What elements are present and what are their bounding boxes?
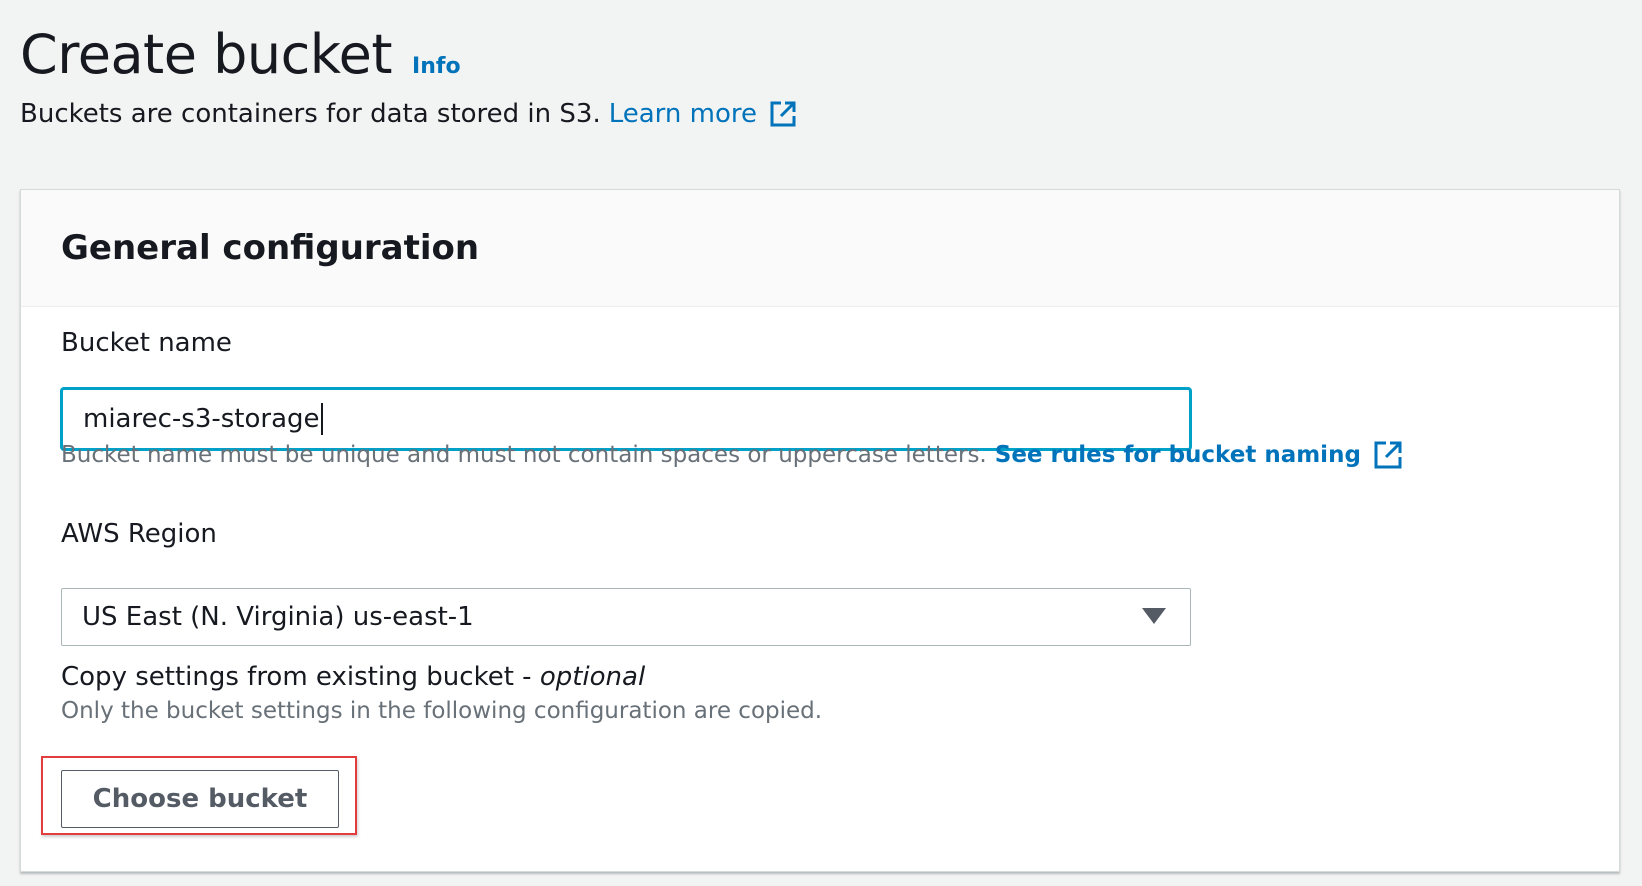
general-configuration-panel: General configuration Bucket name miarec… — [20, 189, 1620, 872]
bucket-name-hint-text: Bucket name must be unique and must not … — [61, 442, 987, 468]
panel-header: General configuration — [21, 190, 1619, 307]
page-header: Create bucket Info — [20, 22, 461, 88]
bucket-naming-rules-link[interactable]: See rules for bucket naming — [995, 440, 1361, 470]
aws-region-value: US East (N. Virginia) us-east-1 — [82, 602, 474, 632]
page-title: Create bucket — [20, 23, 393, 86]
learn-more-link[interactable]: Learn more — [609, 96, 757, 132]
copy-settings-hint: Only the bucket settings in the followin… — [61, 696, 822, 726]
copy-settings-label-text: Copy settings from existing bucket - — [61, 662, 532, 692]
page-description-text: Buckets are containers for data stored i… — [20, 99, 601, 129]
page-description: Buckets are containers for data stored i… — [20, 96, 797, 132]
text-caret — [320, 403, 323, 435]
external-link-icon[interactable] — [769, 100, 797, 128]
copy-settings-hint-text: Only the bucket settings in the followin… — [61, 698, 823, 724]
optional-tag: optional — [539, 662, 646, 692]
dropdown-caret-icon — [1142, 608, 1166, 624]
aws-region-select[interactable]: US East (N. Virginia) us-east-1 — [61, 588, 1191, 646]
copy-settings-label: Copy settings from existing bucket - opt… — [61, 660, 645, 694]
aws-region-label: AWS Region — [61, 519, 217, 549]
external-link-icon[interactable] — [1373, 440, 1403, 470]
bucket-name-hint: Bucket name must be unique and must not … — [61, 440, 1403, 470]
choose-bucket-button[interactable]: Choose bucket — [61, 770, 339, 828]
info-link[interactable]: Info — [412, 54, 461, 79]
bucket-name-label: Bucket name — [61, 328, 232, 358]
bucket-name-value: miarec-s3-storage — [83, 404, 320, 434]
panel-title: General configuration — [61, 228, 480, 268]
title-row: Create bucket Info — [20, 22, 461, 88]
